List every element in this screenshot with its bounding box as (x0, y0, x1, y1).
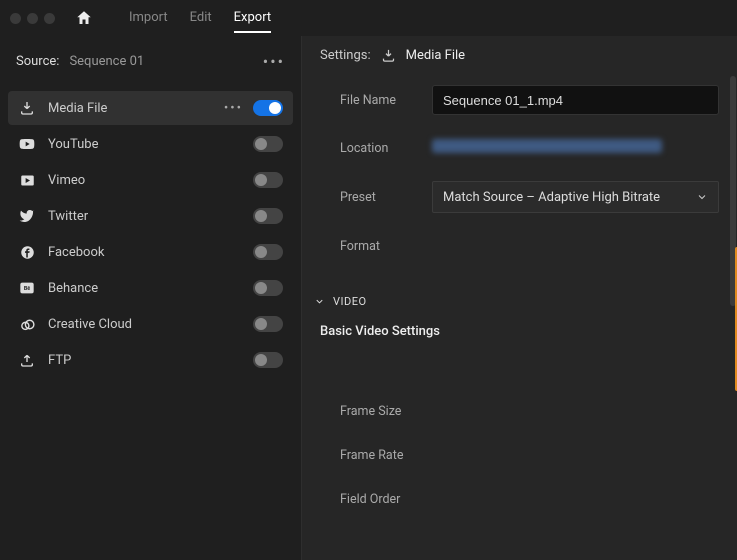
titlebar: Import Edit Export (0, 0, 737, 36)
source-name[interactable]: Sequence 01 (69, 54, 144, 69)
destination-toggle[interactable] (253, 280, 283, 296)
tab-export[interactable]: Export (234, 4, 272, 33)
preset-label: Preset (340, 190, 432, 205)
source-more-icon[interactable]: ••• (263, 52, 285, 71)
source-label: Source: (16, 54, 59, 69)
window-traffic-lights (10, 13, 55, 24)
download-box-icon (18, 99, 36, 117)
format-label: Format (340, 239, 432, 254)
traffic-minimize[interactable] (27, 13, 38, 24)
facebook-icon (18, 243, 36, 261)
destination-toggle[interactable] (253, 100, 283, 116)
destination-youtube[interactable]: YouTube (8, 127, 293, 161)
destination-label: Twitter (48, 209, 88, 224)
settings-label: Settings: (320, 48, 371, 63)
destination-behance[interactable]: Bē Behance (8, 271, 293, 305)
destination-facebook[interactable]: Facebook (8, 235, 293, 269)
download-box-icon (381, 48, 396, 63)
filename-label: File Name (340, 93, 432, 108)
destination-label: Creative Cloud (48, 317, 132, 332)
destination-twitter[interactable]: Twitter (8, 199, 293, 233)
destination-ftp[interactable]: FTP (8, 343, 293, 377)
preset-row: Preset Match Source – Adaptive High Bitr… (340, 181, 719, 213)
settings-destination-name: Media File (406, 48, 465, 63)
export-sidebar: Source: Sequence 01 ••• Media File ••• (0, 36, 302, 560)
preset-selected-value: Match Source – Adaptive High Bitrate (443, 190, 660, 205)
frame-size-row: Frame Size (340, 389, 737, 433)
publish-list: Media File ••• YouTube (0, 85, 301, 385)
filename-input[interactable] (432, 85, 719, 115)
traffic-close[interactable] (10, 13, 21, 24)
upload-box-icon (18, 351, 36, 369)
youtube-icon (18, 135, 36, 153)
format-row: Format (340, 231, 719, 261)
destination-label: Behance (48, 281, 98, 296)
basic-video-settings-title: Basic Video Settings (302, 314, 737, 349)
destination-toggle[interactable] (253, 136, 283, 152)
tab-edit[interactable]: Edit (190, 4, 212, 33)
traffic-zoom[interactable] (44, 13, 55, 24)
destination-label: Media File (48, 101, 107, 116)
settings-header: Settings: Media File (302, 36, 737, 79)
scrollbar[interactable] (730, 76, 736, 306)
location-label: Location (340, 141, 432, 156)
destination-toggle[interactable] (253, 316, 283, 332)
destination-label: FTP (48, 353, 71, 368)
frame-size-label: Frame Size (340, 404, 432, 419)
video-section-header[interactable]: VIDEO (302, 279, 737, 314)
svg-text:Bē: Bē (24, 286, 30, 292)
destination-toggle[interactable] (253, 244, 283, 260)
preset-select[interactable]: Match Source – Adaptive High Bitrate (432, 181, 719, 213)
filename-row: File Name (340, 85, 719, 115)
creative-cloud-icon (18, 315, 36, 333)
destination-label: Facebook (48, 245, 104, 260)
source-row: Source: Sequence 01 ••• (0, 42, 301, 85)
chevron-down-icon (314, 296, 325, 307)
destination-more-icon[interactable]: ••• (224, 101, 243, 116)
location-path-redacted[interactable] (432, 139, 662, 153)
video-section-title: VIDEO (333, 295, 367, 308)
destination-label: Vimeo (48, 173, 85, 188)
behance-icon: Bē (18, 279, 36, 297)
settings-panel: Settings: Media File File Name Location … (302, 36, 737, 560)
field-order-label: Field Order (340, 492, 432, 507)
frame-rate-row: Frame Rate (340, 433, 737, 477)
workspace-tabs: Import Edit Export (129, 4, 271, 33)
destination-media-file[interactable]: Media File ••• (8, 91, 293, 125)
twitter-icon (18, 207, 36, 225)
destination-creative-cloud[interactable]: Creative Cloud (8, 307, 293, 341)
field-order-row: Field Order (340, 477, 737, 521)
destination-vimeo[interactable]: Vimeo (8, 163, 293, 197)
vimeo-icon (18, 171, 36, 189)
destination-label: YouTube (48, 137, 99, 152)
location-row: Location (340, 133, 719, 163)
destination-toggle[interactable] (253, 208, 283, 224)
chevron-down-icon (696, 191, 708, 203)
home-icon[interactable] (75, 9, 93, 27)
frame-rate-label: Frame Rate (340, 448, 432, 463)
tab-import[interactable]: Import (129, 4, 168, 33)
destination-toggle[interactable] (253, 172, 283, 188)
destination-toggle[interactable] (253, 352, 283, 368)
